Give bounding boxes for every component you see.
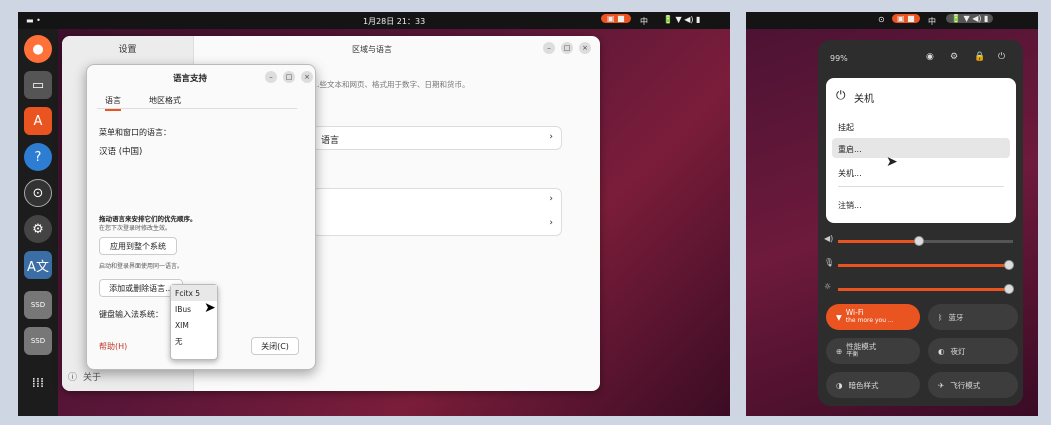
power-menu: ⏻ 关机 挂起 重启... 关机... 注销... ➤ <box>826 78 1016 223</box>
top-bar-right: ⊙ ▣ ■ 中 🔋 ▼ ◀) ▮ <box>746 12 1038 29</box>
shutdown-item[interactable]: 关机... <box>838 168 862 179</box>
format-card[interactable]: › › <box>312 188 562 236</box>
obs-icon[interactable]: ⊙ <box>24 179 52 207</box>
wifi-icon: ▼ <box>836 312 842 322</box>
power-icon[interactable]: ⏻ <box>998 52 1005 62</box>
option-fcitx5[interactable]: Fcitx 5 <box>171 285 217 301</box>
logout-item[interactable]: 注销... <box>838 200 862 211</box>
chevron-right-icon: › <box>549 194 553 204</box>
help-icon[interactable]: ? <box>24 143 52 171</box>
close-button[interactable]: × <box>579 42 591 54</box>
input-method-dropdown[interactable]: Fcitx 5 IBus XIM 无 <box>170 284 218 360</box>
help-button[interactable]: 帮助(H) <box>99 341 127 352</box>
software-icon[interactable]: A <box>24 107 52 135</box>
menu-language-label: 菜单和窗口的语言： <box>99 128 171 137</box>
drag-subhint: 在您下次登录时修改生效。 <box>99 225 172 232</box>
ssd-icon[interactable]: SSD <box>24 291 52 319</box>
tab-language[interactable]: 语言 <box>105 95 121 111</box>
apply-system-wide-button[interactable]: 应用到整个系统 <box>99 237 177 255</box>
chevron-right-icon: › <box>549 218 553 228</box>
restart-item[interactable]: 重启... <box>838 144 862 155</box>
input-method[interactable]: 中 <box>640 16 648 27</box>
sidebar-title: 设置 <box>118 44 137 55</box>
quick-settings-panel: 99% ◉ ⚙ 🔒 ⏻ ⏻ 关机 挂起 重启... 关机... 注销... ➤ … <box>818 40 1023 406</box>
chevron-right-icon: › <box>549 132 553 142</box>
files-icon[interactable]: ▭ <box>24 71 52 99</box>
mic-slider-row[interactable]: 🎙 <box>818 258 1023 270</box>
dialog-maximize-button[interactable]: □ <box>283 71 295 83</box>
performance-icon: ⊕ <box>836 346 843 356</box>
input-method-label: 键盘输入法系统： <box>99 310 163 319</box>
dialog-tabs: 语言 地区格式 <box>97 91 297 111</box>
brightness-slider-row[interactable]: ☼ <box>818 282 1023 294</box>
close-dialog-button[interactable]: 关闭(C) <box>251 337 299 355</box>
settings-icon[interactable]: ⚙ <box>24 215 52 243</box>
option-xim[interactable]: XIM <box>171 317 217 333</box>
record-tray-icon[interactable]: ▣ ■ <box>892 14 920 23</box>
dark-style-icon: ◑ <box>836 380 843 390</box>
performance-mode-toggle[interactable]: ⊕ 性能模式 平衡 <box>826 338 920 364</box>
option-none[interactable]: 无 <box>171 333 217 349</box>
volume-knob[interactable] <box>914 236 924 246</box>
language-icon[interactable]: A文 <box>24 251 52 279</box>
desktop-right: ⊙ ▣ ■ 中 🔋 ▼ ◀) ▮ 99% ◉ ⚙ 🔒 ⏻ ⏻ 关机 挂起 重启.… <box>746 12 1038 416</box>
airplane-icon: ✈ <box>938 380 945 390</box>
obs-tray-icon[interactable]: ⊙ <box>878 15 885 24</box>
mouse-cursor-icon: ➤ <box>886 154 898 170</box>
mic-icon: 🎙 <box>824 258 835 267</box>
airplane-mode-toggle[interactable]: ✈ 飞行模式 <box>928 372 1018 398</box>
app-grid-icon[interactable]: ⁞⁞⁞ <box>24 369 52 397</box>
system-tray-icons[interactable]: 🔋 ▼ ◀) ▮ <box>663 15 700 24</box>
description-text: …些文本和网页、格式用于数字、日期和货币。 <box>312 80 470 89</box>
screenshot-icon[interactable]: ◉ <box>926 52 934 62</box>
power-title-icon: ⏻ <box>836 88 846 102</box>
dialog-minimize-button[interactable]: – <box>265 71 277 83</box>
selected-language[interactable]: 汉语 (中国) <box>99 145 142 157</box>
screen-record-icon[interactable]: ▣ ■ <box>601 14 631 23</box>
login-hint: 启动和登录界面使用同一语言。 <box>99 263 184 270</box>
bluetooth-toggle[interactable]: ᛒ 蓝牙 <box>928 304 1018 330</box>
night-light-icon: ◐ <box>938 346 945 356</box>
tab-region-format[interactable]: 地区格式 <box>149 95 181 106</box>
dark-style-toggle[interactable]: ◑ 暗色样式 <box>826 372 920 398</box>
top-bar: ▬ • 1月28日 21：33 ▣ ■ 中 🔋 ▼ ◀) ▮ <box>18 12 730 29</box>
volume-icon: ◀) <box>824 234 834 243</box>
battery-indicator[interactable]: 99% <box>830 54 848 63</box>
suspend-item[interactable]: 挂起 <box>838 122 854 133</box>
settings-gear-icon[interactable]: ⚙ <box>950 52 958 62</box>
language-row[interactable]: 语言 › <box>312 126 562 150</box>
night-light-toggle[interactable]: ◐ 夜灯 <box>928 338 1018 364</box>
volume-slider-row[interactable]: ◀) <box>818 234 1023 246</box>
brightness-icon: ☼ <box>824 282 832 291</box>
input-method-tray[interactable]: 中 <box>928 16 936 27</box>
bluetooth-icon: ᛒ <box>938 312 943 322</box>
window-title: 区域与语言 <box>352 45 392 54</box>
brightness-knob[interactable] <box>1004 284 1014 294</box>
activities-icon[interactable]: ▬ • <box>26 16 41 25</box>
maximize-button[interactable]: □ <box>561 42 573 54</box>
desktop-left: ▬ • 1月28日 21：33 ▣ ■ 中 🔋 ▼ ◀) ▮ ● ▭ A ? ⊙… <box>18 12 730 416</box>
dialog-close-button[interactable]: × <box>301 71 313 83</box>
power-title: 关机 <box>854 94 874 105</box>
divider <box>838 186 1004 187</box>
system-tray-icons-right[interactable]: 🔋 ▼ ◀) ▮ <box>946 14 994 23</box>
drag-hint: 拖动语言来安排它们的优先顺序。 <box>99 215 197 223</box>
dock: ● ▭ A ? ⊙ ⚙ A文 SSD SSD ⁞⁞⁞ <box>18 29 58 416</box>
info-icon: ⓘ <box>68 372 78 383</box>
ssd-icon-2[interactable]: SSD <box>24 327 52 355</box>
mic-knob[interactable] <box>1004 260 1014 270</box>
minimize-button[interactable]: – <box>543 42 555 54</box>
mouse-cursor-icon: ➤ <box>204 300 216 316</box>
wifi-toggle[interactable]: ▼ Wi-Fi the more you ... <box>826 304 920 330</box>
firefox-icon[interactable]: ● <box>24 35 52 63</box>
lock-icon[interactable]: 🔒 <box>974 52 985 62</box>
dialog-title: 语言支持 <box>173 74 208 84</box>
clock[interactable]: 1月28日 21：33 <box>363 16 425 27</box>
